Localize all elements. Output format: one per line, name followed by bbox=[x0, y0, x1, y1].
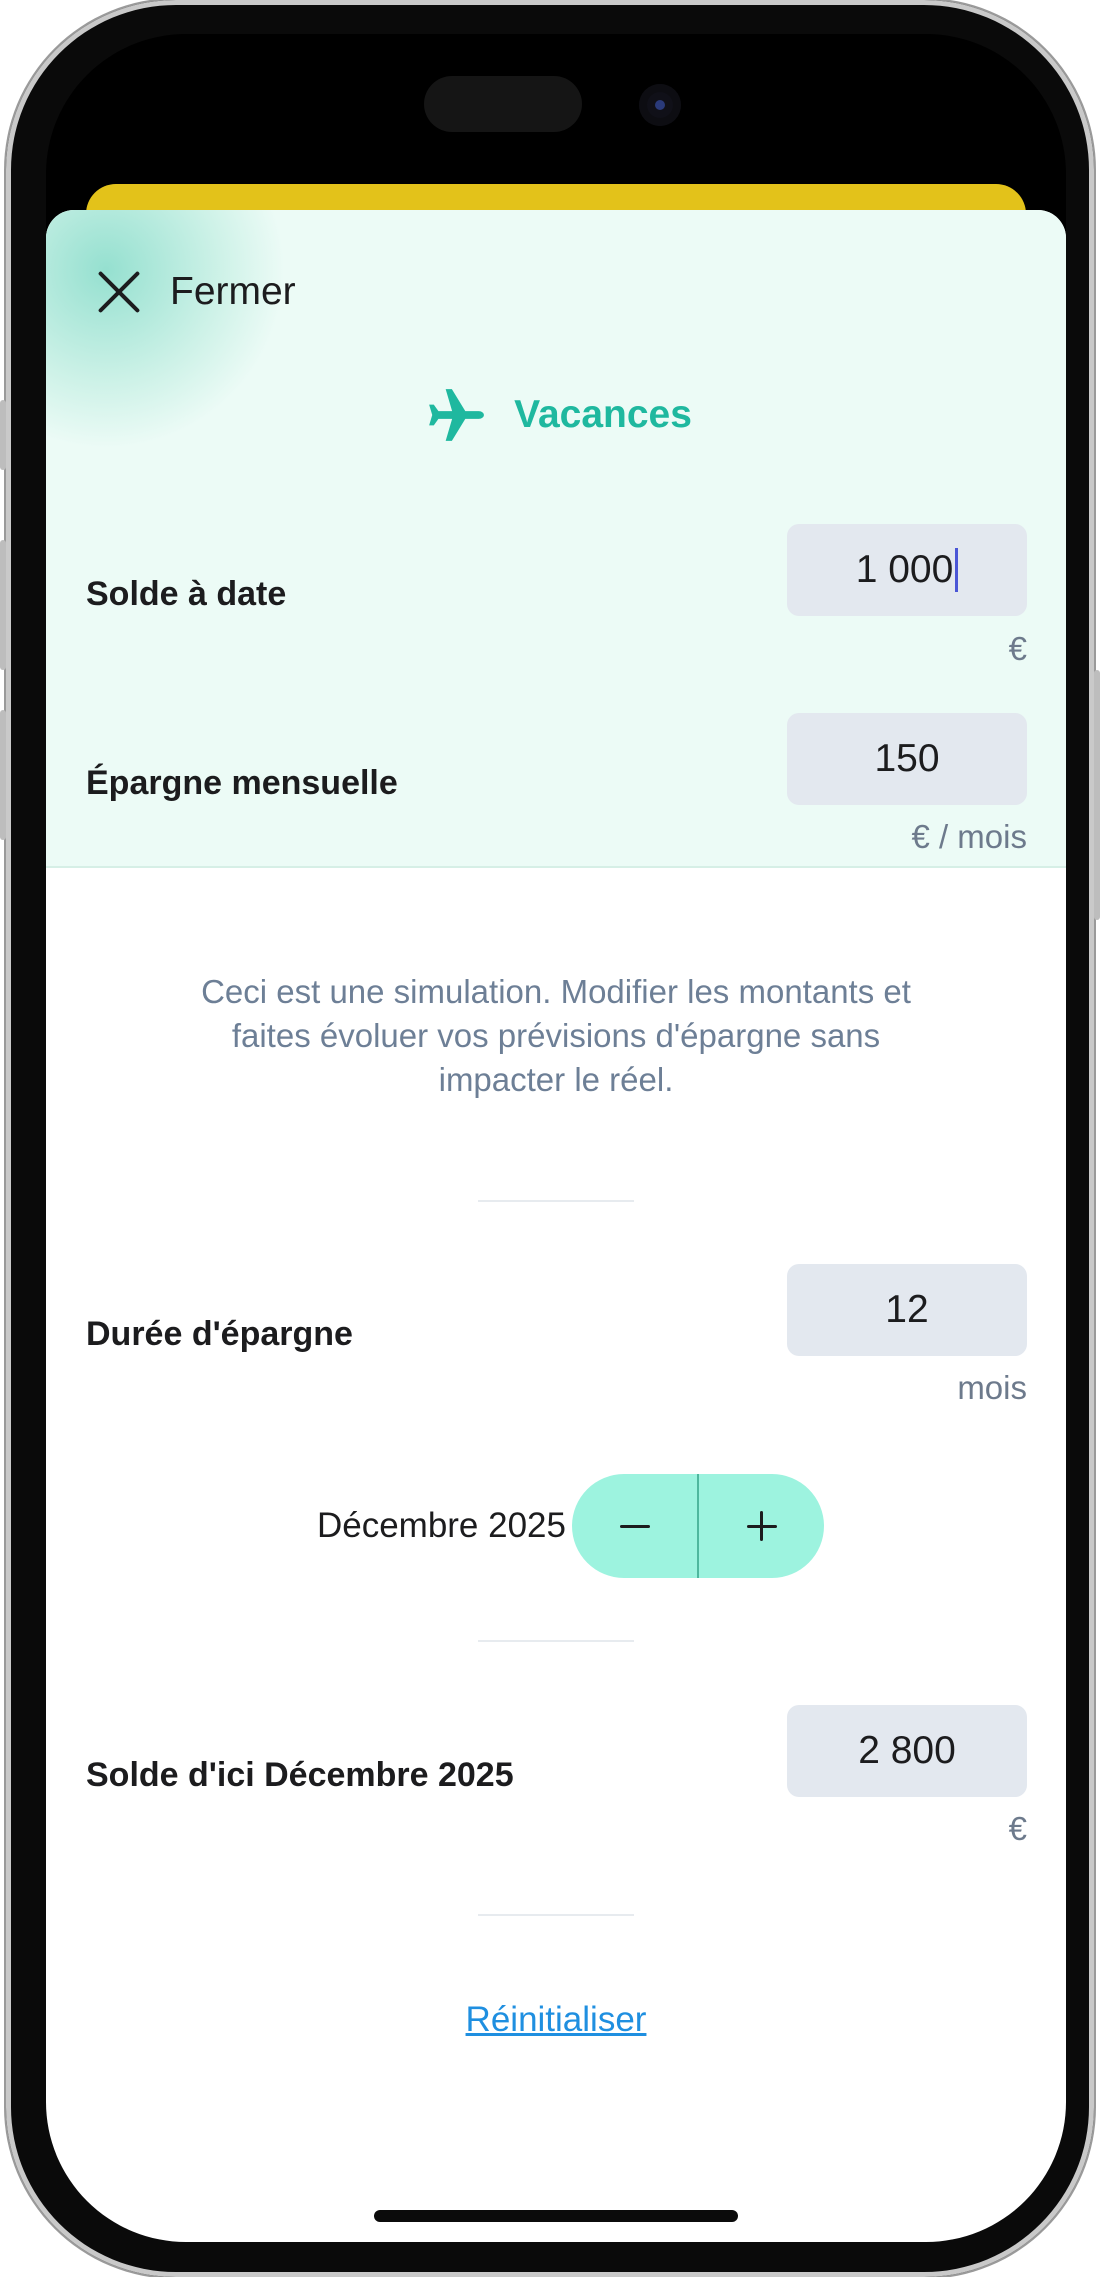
balance-input[interactable]: 1 000 bbox=[787, 524, 1027, 616]
airplane-icon bbox=[429, 389, 484, 441]
sheet-header-panel: Fermer Vacances Solde à date 1 000 € Épa… bbox=[46, 210, 1066, 868]
minus-icon bbox=[619, 1524, 650, 1528]
divider bbox=[478, 1914, 634, 1916]
duration-label: Durée d'épargne bbox=[86, 1315, 353, 1353]
end-date-label: Décembre 2025 bbox=[316, 1506, 566, 1545]
divider bbox=[478, 1200, 634, 1202]
monthly-savings-value: 150 bbox=[874, 737, 940, 780]
power-button bbox=[1094, 670, 1100, 920]
action-button bbox=[0, 400, 6, 470]
screen: Fermer Vacances Solde à date 1 000 € Épa… bbox=[46, 34, 1066, 2242]
text-caret bbox=[955, 548, 959, 592]
duration-stepper bbox=[572, 1474, 824, 1578]
balance-label: Solde à date bbox=[86, 575, 287, 613]
home-indicator[interactable] bbox=[374, 2210, 738, 2222]
monthly-savings-label: Épargne mensuelle bbox=[86, 764, 398, 802]
decrement-button[interactable] bbox=[572, 1474, 697, 1578]
increment-button[interactable] bbox=[699, 1474, 824, 1578]
volume-up-button bbox=[0, 540, 6, 670]
projected-balance-label: Solde d'ici Décembre 2025 bbox=[86, 1756, 514, 1794]
balance-unit: € bbox=[1008, 630, 1027, 667]
monthly-savings-input[interactable]: 150 bbox=[787, 713, 1027, 805]
projected-balance-unit: € bbox=[1008, 1810, 1027, 1847]
volume-down-button bbox=[0, 710, 6, 840]
duration-value: 12 bbox=[885, 1288, 929, 1331]
duration-unit: mois bbox=[957, 1369, 1027, 1406]
close-icon bbox=[96, 269, 142, 315]
divider bbox=[478, 1640, 634, 1642]
dynamic-island bbox=[424, 76, 582, 132]
camera-icon bbox=[639, 84, 681, 126]
reset-link[interactable]: Réinitialiser bbox=[46, 2000, 1066, 2040]
projected-balance-value: 2 800 bbox=[858, 1729, 956, 1772]
duration-input[interactable]: 12 bbox=[787, 1264, 1027, 1356]
goal-title: Vacances bbox=[46, 380, 1066, 450]
close-button[interactable]: Fermer bbox=[96, 260, 296, 324]
monthly-savings-unit: € / mois bbox=[911, 818, 1027, 855]
plus-icon bbox=[746, 1511, 777, 1541]
goal-title-text: Vacances bbox=[514, 393, 692, 436]
savings-simulation-sheet: Fermer Vacances Solde à date 1 000 € Épa… bbox=[46, 210, 1066, 2242]
simulation-info-text: Ceci est une simulation. Modifier les mo… bbox=[201, 973, 911, 1098]
projected-balance-input[interactable]: 2 800 bbox=[787, 1705, 1027, 1797]
phone-frame: Fermer Vacances Solde à date 1 000 € Épa… bbox=[0, 0, 1100, 2277]
balance-value: 1 000 bbox=[855, 548, 954, 591]
close-label: Fermer bbox=[170, 270, 296, 313]
